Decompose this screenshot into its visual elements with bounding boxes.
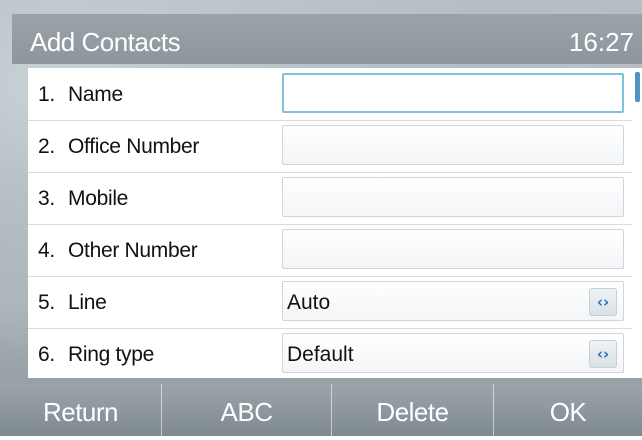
page-title: Add Contacts (30, 27, 181, 57)
delete-button[interactable]: Delete (332, 384, 494, 436)
scrollbar-thumb[interactable] (635, 72, 640, 102)
abc-button[interactable]: ABC (162, 384, 332, 436)
field-label: 5. Line (38, 291, 107, 315)
left-right-arrows-icon[interactable]: ‹› (589, 288, 617, 316)
field-number: 2. (38, 135, 55, 158)
form-row-other-number: 4. Other Number (28, 224, 632, 277)
form-row-line: 5. Line Auto ‹› (28, 276, 632, 329)
softkey-bar: Return ABC Delete OK (0, 384, 642, 436)
field-label-text: Name (68, 83, 123, 106)
title-bar: Add Contacts 16:27 (12, 14, 642, 64)
field-label: 3. Mobile (38, 187, 128, 211)
field-label-text: Line (68, 291, 107, 314)
clock: 16:27 (568, 27, 634, 57)
return-button[interactable]: Return (0, 384, 162, 436)
form-row-name: 1. Name (28, 68, 632, 121)
field-label-text: Ring type (68, 343, 155, 366)
field-number: 6. (38, 343, 55, 366)
field-label-text: Mobile (68, 187, 129, 210)
other-number-input[interactable] (282, 229, 624, 269)
phone-screen: Add Contacts 16:27 1. Name 2. Office Numbe… (0, 0, 642, 436)
form-row-ring-type: 6. Ring type Default ‹› (28, 328, 632, 380)
field-label-text: Other Number (68, 239, 198, 262)
line-value: Auto (287, 291, 331, 314)
field-label: 6. Ring type (38, 343, 154, 367)
field-number: 4. (38, 239, 55, 262)
name-input[interactable] (282, 73, 624, 113)
ring-type-value: Default (287, 343, 354, 366)
ok-button[interactable]: OK (494, 384, 642, 436)
mobile-input[interactable] (282, 177, 624, 217)
field-label: 4. Other Number (38, 239, 198, 263)
office-number-input[interactable] (282, 125, 624, 165)
field-number: 1. (38, 83, 55, 106)
form-row-mobile: 3. Mobile (28, 172, 632, 225)
line-select[interactable]: Auto ‹› (282, 281, 624, 321)
field-number: 3. (38, 187, 55, 210)
field-number: 5. (38, 291, 55, 314)
field-label: 2. Office Number (38, 135, 199, 159)
form-row-office-number: 2. Office Number (28, 120, 632, 173)
ring-type-select[interactable]: Default ‹› (282, 333, 624, 373)
scrollbar-track[interactable] (632, 68, 640, 378)
left-right-arrows-icon[interactable]: ‹› (589, 340, 617, 368)
contact-form: 1. Name 2. Office Number 3. Mobile 4. Other … (28, 68, 642, 378)
field-label-text: Office Number (68, 135, 200, 158)
field-label: 1. Name (38, 83, 123, 107)
